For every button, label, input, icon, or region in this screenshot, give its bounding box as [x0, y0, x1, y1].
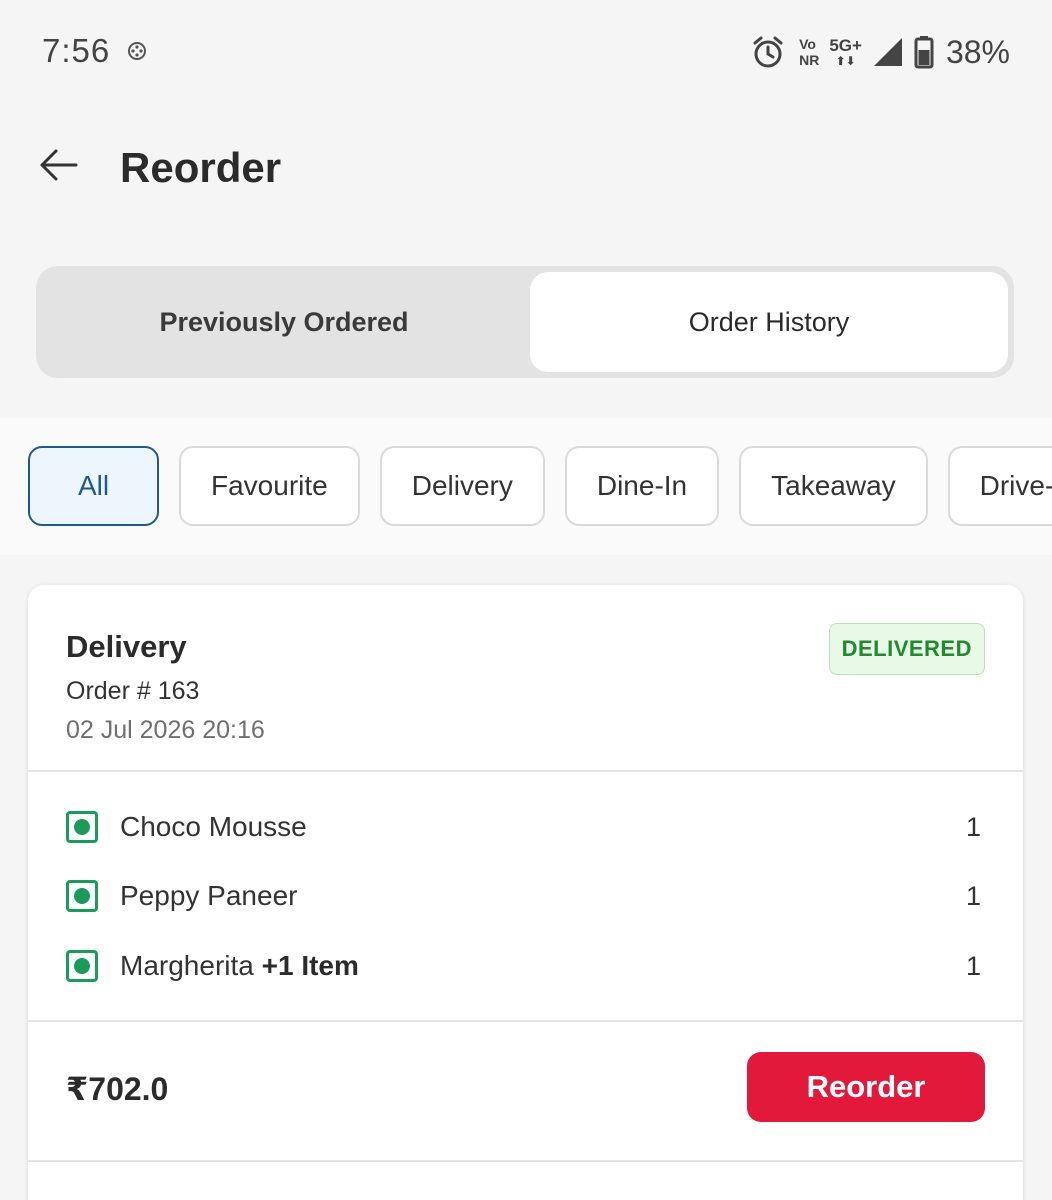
network-type: 5G+ ⬆⬇: [829, 36, 862, 68]
list-item: Peppy Paneer 1: [28, 871, 1023, 921]
order-card[interactable]: Delivery Order # 163 02 Jul 2026 20:16 D…: [28, 585, 1023, 1200]
page-title: Reorder: [120, 144, 282, 191]
app-header: Reorder: [0, 110, 1052, 220]
status-time: 7:56: [42, 32, 111, 69]
arrow-left-icon: [40, 149, 78, 181]
order-card-header: Delivery Order # 163 02 Jul 2026 20:16 D…: [28, 585, 1023, 772]
filter-chip-all[interactable]: All: [28, 446, 159, 526]
reorder-button[interactable]: Reorder: [747, 1052, 985, 1122]
data-arrows-icon: ⬆⬇: [835, 54, 856, 68]
status-bar: 7:56 Vo NR 5G+ ⬆⬇ 38%: [0, 0, 1052, 100]
status-badge: DELIVERED: [828, 623, 985, 675]
item-name: Margherita: [120, 950, 254, 981]
veg-icon: [66, 880, 98, 912]
item-quantity: 1: [965, 880, 981, 911]
reorder-screen: 7:56 Vo NR 5G+ ⬆⬇ 38% Reorder Previously…: [0, 0, 1052, 1200]
order-total: ₹702.0: [66, 1071, 169, 1107]
item-extra-count: +1 Item: [261, 950, 359, 981]
signal-icon: [873, 38, 902, 66]
order-number: Order # 163: [66, 677, 200, 705]
filter-chips-bar: All Favourite Delivery Dine-In Takeaway …: [0, 418, 1052, 555]
item-name: Choco Mousse: [120, 811, 307, 842]
alarm-icon: [753, 36, 783, 68]
list-item: Choco Mousse 1: [28, 802, 1023, 852]
item-quantity: 1: [965, 811, 981, 842]
order-items: Choco Mousse 1 Peppy Paneer 1 Margherita…: [28, 772, 1023, 1022]
item-name: Peppy Paneer: [120, 880, 298, 911]
filter-chip-delivery[interactable]: Delivery: [379, 446, 545, 526]
tab-order-history[interactable]: Order History: [530, 272, 1008, 372]
order-type: Delivery: [66, 629, 187, 664]
vonr-indicator: Vo NR: [799, 36, 820, 68]
segmented-tabs: Previously Ordered Order History: [36, 266, 1014, 378]
order-date: 02 Jul 2026 20:16: [66, 716, 265, 744]
back-button[interactable]: [30, 140, 86, 190]
filter-chips: All Favourite Delivery Dine-In Takeaway …: [28, 446, 1052, 526]
item-quantity: 1: [965, 950, 981, 981]
filter-chip-takeaway[interactable]: Takeaway: [739, 446, 928, 526]
battery-percent: 38%: [945, 33, 1010, 70]
veg-icon: [66, 950, 98, 982]
veg-icon: [66, 811, 98, 843]
notification-icon: [128, 42, 146, 60]
filter-chip-favourite[interactable]: Favourite: [179, 446, 360, 526]
battery-icon: [914, 36, 934, 69]
order-card-footer: ₹702.0 Reorder: [28, 1022, 1023, 1162]
item-name-group: Margherita +1 Item: [120, 950, 359, 982]
filter-chip-dine-in[interactable]: Dine-In: [564, 446, 720, 526]
list-item: Margherita +1 Item 1: [28, 941, 1023, 991]
filter-chip-drive-thru[interactable]: Drive-: [947, 446, 1052, 526]
tab-previously-ordered[interactable]: Previously Ordered: [42, 272, 526, 372]
status-icons: Vo NR 5G+ ⬆⬇ 38%: [751, 30, 1010, 74]
